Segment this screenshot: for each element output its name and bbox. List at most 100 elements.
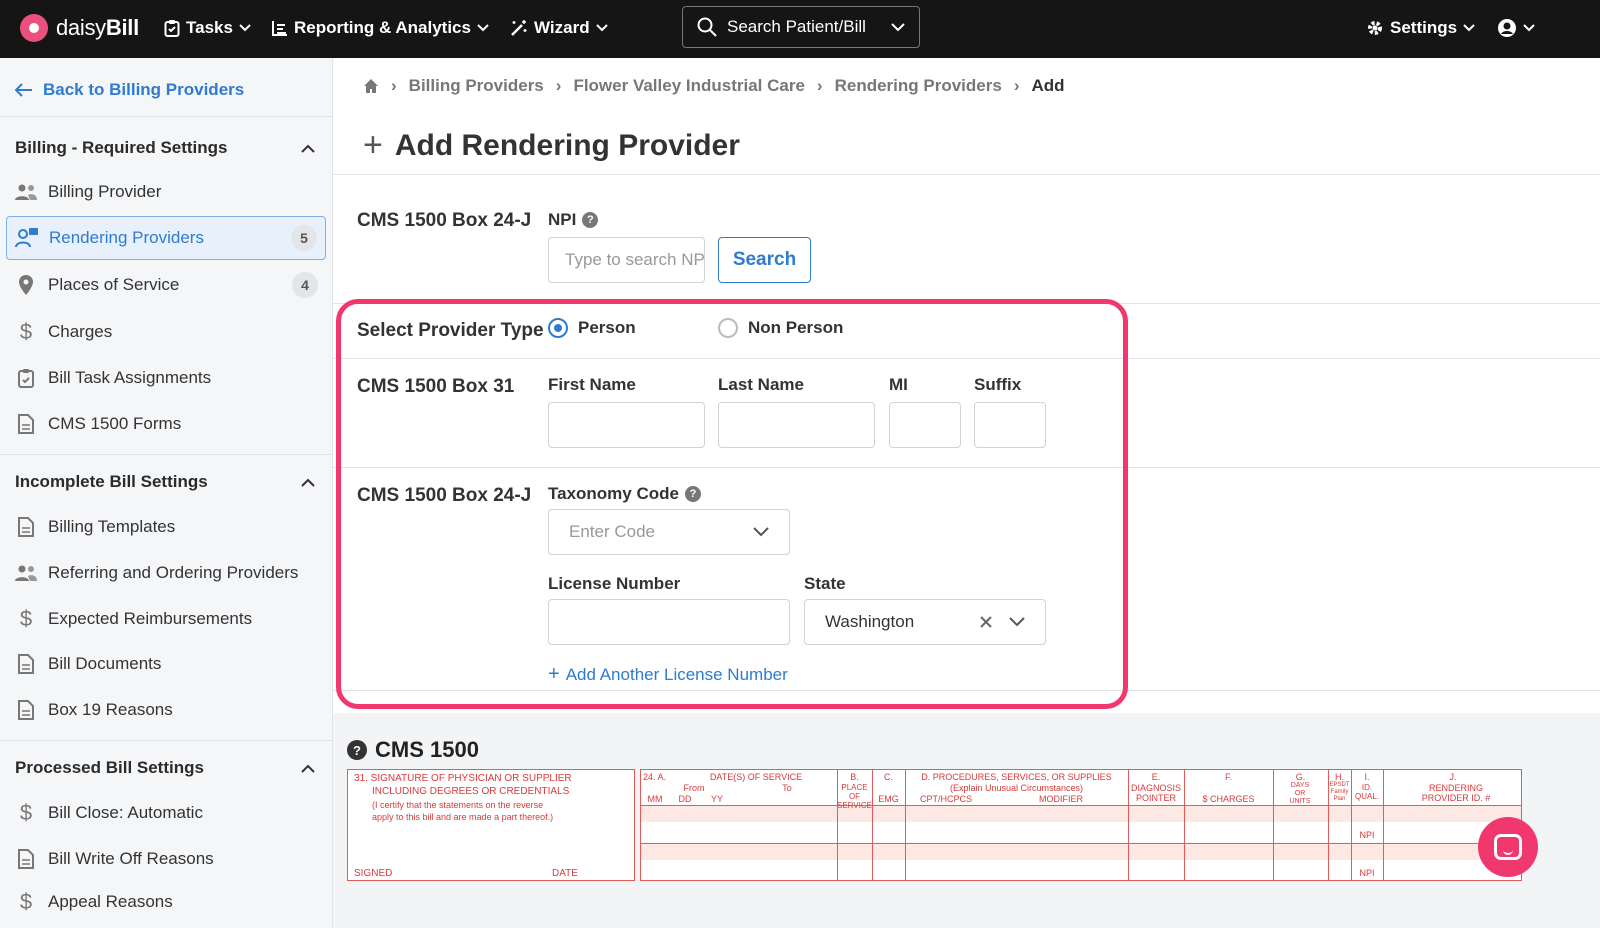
sidebar-item-label: Billing Provider <box>48 182 162 201</box>
breadcrumb-flower-valley[interactable]: Flower Valley Industrial Care <box>573 76 804 96</box>
help-icon[interactable]: ? <box>347 740 367 760</box>
radio-non-person[interactable]: Non Person <box>718 318 843 338</box>
header-charges: $ CHARGES <box>1202 794 1255 804</box>
header-d-sub: (Explain Unusual Circumstances) <box>949 783 1084 793</box>
header-c: C. <box>884 772 893 782</box>
taxonomy-label-text: Taxonomy Code <box>548 484 679 503</box>
sidebar-item-charges[interactable]: $ Charges <box>6 310 326 354</box>
brand-logo[interactable]: daisyBill <box>20 12 139 44</box>
header-emg: EMG <box>878 794 899 804</box>
mi-input[interactable] <box>889 402 961 448</box>
npi-search-button[interactable]: Search <box>718 237 811 283</box>
home-icon[interactable] <box>363 78 379 94</box>
last-name-input[interactable] <box>718 402 875 448</box>
cms-title: ? CMS 1500 <box>347 737 479 763</box>
header-f: F. <box>1224 772 1232 782</box>
row-divider <box>333 690 1600 691</box>
sidebar-item-bill-task-assignments[interactable]: Bill Task Assignments <box>6 356 326 400</box>
sidebar-item-bill-close-automatic[interactable]: $ Bill Close: Automatic <box>6 791 326 835</box>
chat-launcher-button[interactable] <box>1478 817 1538 877</box>
patient-bill-search[interactable]: Search Patient/Bill <box>682 6 920 48</box>
sidebar-item-cms-1500-forms[interactable]: CMS 1500 Forms <box>6 402 326 446</box>
sidebar-item-label: Bill Documents <box>48 654 162 673</box>
sidebar-item-label: Bill Task Assignments <box>48 368 212 387</box>
chevron-down-icon <box>595 24 608 32</box>
sidebar-divider <box>0 740 332 741</box>
arrow-left-icon <box>15 83 32 97</box>
box31-signed: SIGNED <box>354 868 393 879</box>
sidebar-divider <box>0 454 332 455</box>
cms-title-text: CMS 1500 <box>375 737 479 762</box>
row-npi-label: NPI <box>1359 868 1375 878</box>
section-processed-bill[interactable]: Processed Bill Settings <box>15 758 315 778</box>
header-g: G. <box>1295 772 1306 782</box>
sidebar-item-bill-write-off-reasons[interactable]: Bill Write Off Reasons <box>6 837 326 881</box>
section-incomplete-bill[interactable]: Incomplete Bill Settings <box>15 472 315 492</box>
suffix-label: Suffix <box>974 375 1022 394</box>
first-name-input[interactable] <box>548 402 705 448</box>
breadcrumb-current: Add <box>1031 76 1065 95</box>
dollar-icon: $ <box>19 319 33 344</box>
back-link-label: Back to Billing Providers <box>43 80 245 99</box>
clear-icon[interactable] <box>979 615 993 629</box>
nav-wizard[interactable]: Wizard <box>510 16 608 40</box>
dollar-icon: $ <box>19 889 33 914</box>
state-value: Washington <box>825 612 915 631</box>
sidebar-item-box-19-reasons[interactable]: Box 19 Reasons <box>6 688 326 732</box>
state-select[interactable]: Washington <box>804 599 1046 645</box>
sidebar-item-label: Referring and Ordering Providers <box>48 563 299 582</box>
row-divider <box>333 467 1600 468</box>
section-billing-required[interactable]: Billing - Required Settings <box>15 138 315 158</box>
header-24a: 24. A. <box>643 772 667 782</box>
npi-search-input[interactable]: Type to search NPI <box>548 237 705 283</box>
plus-icon: + <box>363 126 383 164</box>
sidebar-item-label: Places of Service <box>48 275 180 294</box>
settings-sidebar: Back to Billing Providers Billing - Requ… <box>0 58 333 928</box>
breadcrumb-billing-providers[interactable]: Billing Providers <box>409 76 544 96</box>
grid-shade <box>641 844 1521 860</box>
provider-icon <box>15 228 39 248</box>
breadcrumb: › Billing Providers › Flower Valley Indu… <box>363 76 1065 96</box>
sidebar-item-label: Expected Reimbursements <box>48 609 253 628</box>
sidebar-item-expected-reimbursements[interactable]: $ Expected Reimbursements <box>6 597 326 641</box>
nav-reporting[interactable]: Reporting & Analytics <box>272 16 489 40</box>
sidebar-item-label: Appeal Reasons <box>48 892 173 911</box>
radio-unselected-icon <box>718 318 738 338</box>
last-name-label: Last Name <box>718 375 804 394</box>
page-title: + Add Rendering Provider <box>363 126 740 165</box>
license-number-input[interactable] <box>548 599 790 645</box>
add-another-license-link[interactable]: + Add Another License Number <box>548 663 788 686</box>
grid-line <box>1184 770 1185 880</box>
radio-person-label: Person <box>578 318 636 337</box>
taxonomy-code-select[interactable]: Enter Code <box>548 509 790 555</box>
nav-settings[interactable]: Settings <box>1366 16 1475 40</box>
magic-wand-icon <box>511 20 527 36</box>
back-to-billing-providers-link[interactable]: Back to Billing Providers <box>15 80 244 100</box>
header-mm: MM <box>647 794 663 804</box>
page-title-text: Add Rendering Provider <box>394 128 740 162</box>
sidebar-item-bill-documents[interactable]: Bill Documents <box>6 642 326 686</box>
nav-tasks[interactable]: Tasks <box>164 16 251 40</box>
header-to: To <box>782 783 792 793</box>
sidebar-item-appeal-reasons[interactable]: $ Appeal Reasons <box>6 882 326 922</box>
header-days-units: DAYS OR UNITS <box>1289 782 1311 805</box>
nav-reporting-label: Reporting & Analytics <box>294 18 471 37</box>
sidebar-item-rendering-providers[interactable]: Rendering Providers 5 <box>6 216 326 260</box>
suffix-input[interactable] <box>974 402 1046 448</box>
help-icon[interactable]: ? <box>582 212 599 228</box>
nav-user-menu[interactable] <box>1497 16 1535 40</box>
count-badge: 5 <box>291 225 317 251</box>
breadcrumb-rendering-providers[interactable]: Rendering Providers <box>835 76 1002 96</box>
gear-icon <box>1368 21 1382 35</box>
header-b: B. <box>850 772 859 782</box>
sidebar-item-billing-provider[interactable]: Billing Provider <box>6 170 326 214</box>
sidebar-item-referring-ordering-providers[interactable]: Referring and Ordering Providers <box>6 551 326 595</box>
radio-person[interactable]: Person <box>548 318 636 338</box>
users-icon <box>14 183 38 201</box>
help-icon[interactable]: ? <box>684 486 701 502</box>
sidebar-divider <box>0 116 332 117</box>
mi-label: MI <box>889 375 908 394</box>
sidebar-item-label: Bill Write Off Reasons <box>48 849 214 868</box>
sidebar-item-billing-templates[interactable]: Billing Templates <box>6 505 326 549</box>
sidebar-item-places-of-service[interactable]: Places of Service 4 <box>6 263 326 307</box>
